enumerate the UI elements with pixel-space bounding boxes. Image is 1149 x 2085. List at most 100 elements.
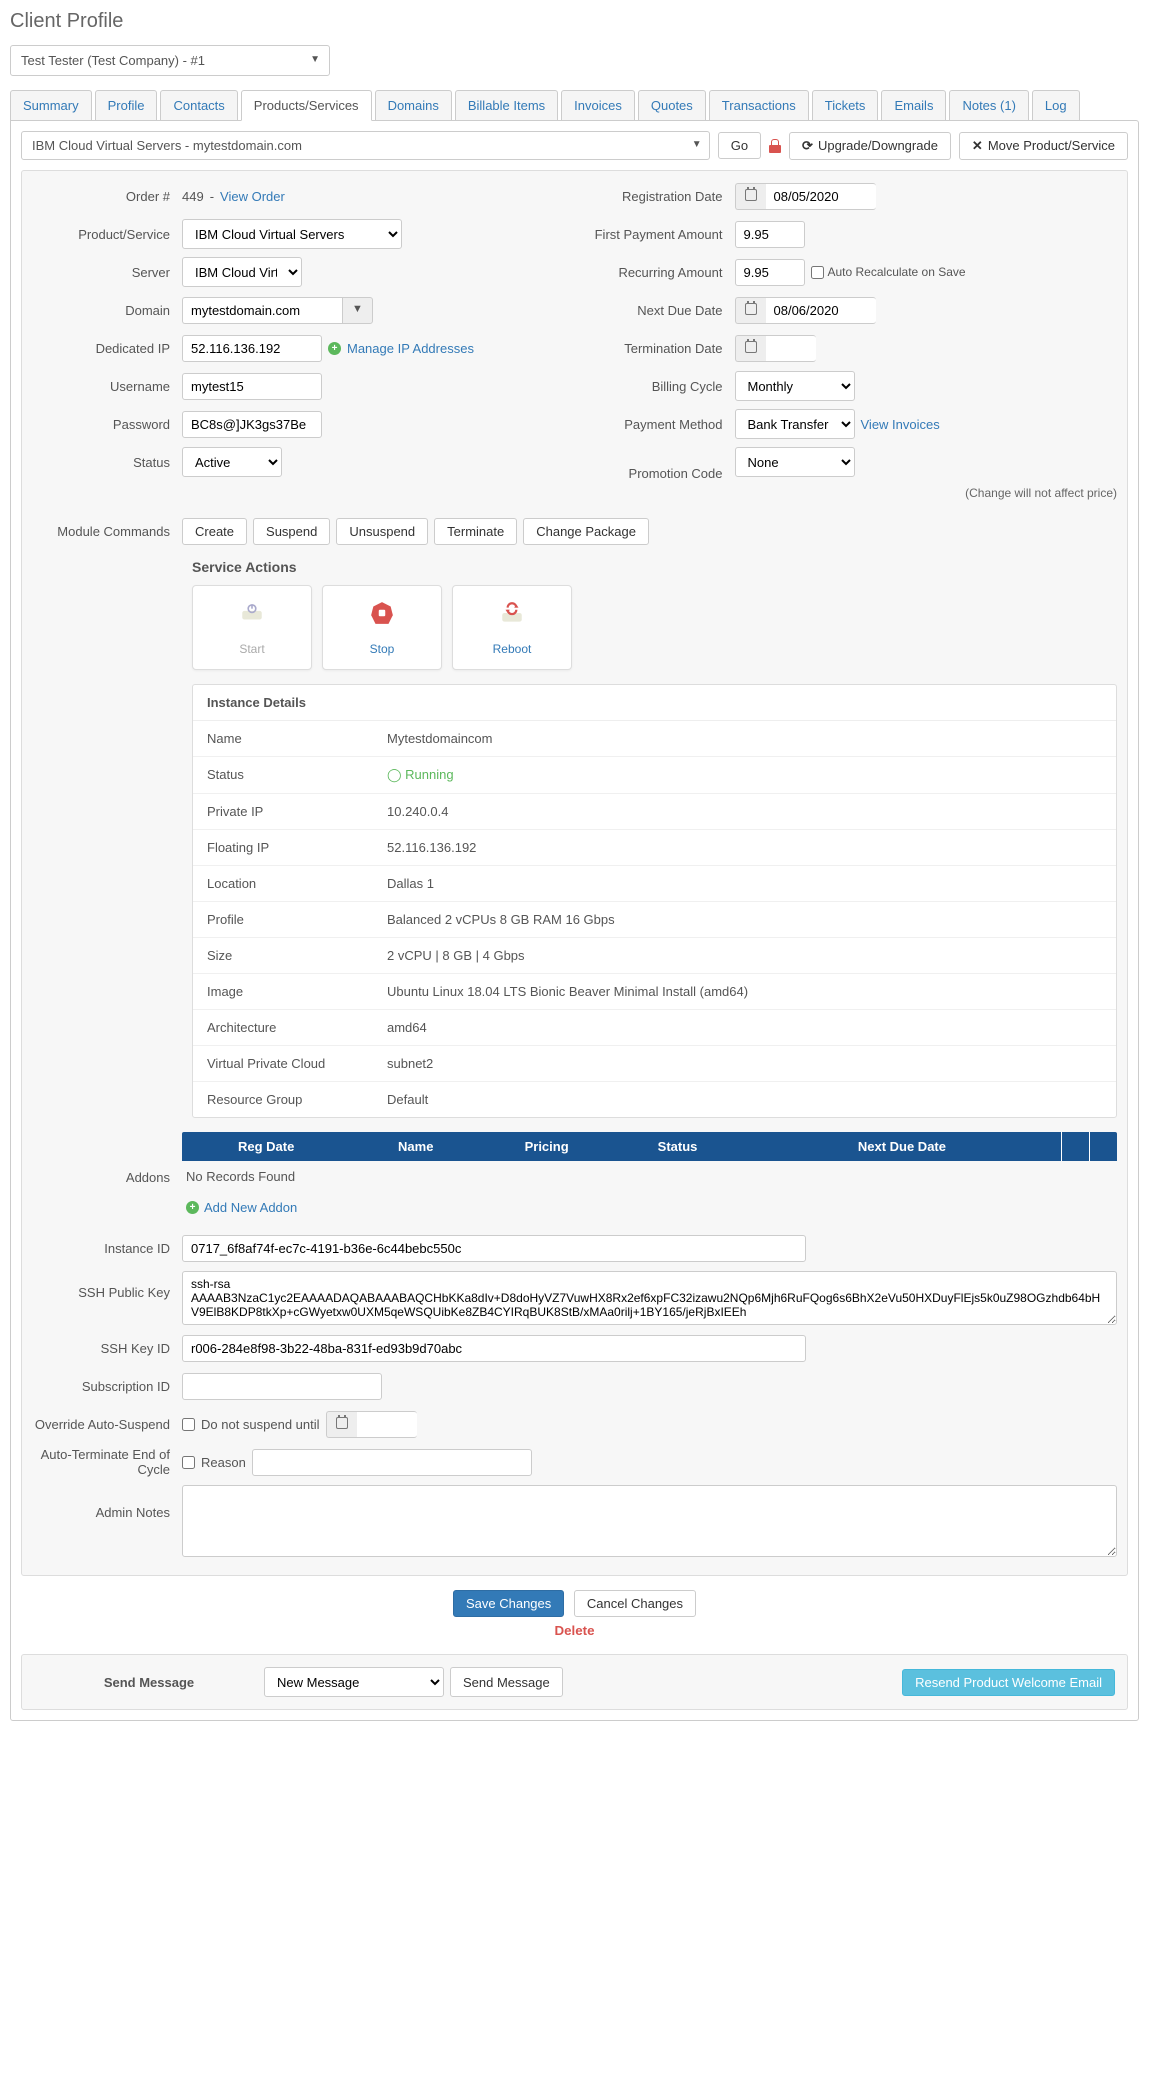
first-pay-input[interactable] [735, 221, 805, 248]
pay-method-select[interactable]: Bank Transfer [735, 409, 855, 439]
first-pay-label: First Payment Amount [585, 227, 735, 242]
product-dropdown[interactable]: IBM Cloud Virtual Servers - mytestdomain… [21, 131, 710, 160]
tab-domains[interactable]: Domains [375, 90, 452, 121]
tab-invoices[interactable]: Invoices [561, 90, 635, 121]
message-template-select[interactable]: New Message [264, 1667, 444, 1697]
term-date-label: Termination Date [585, 341, 735, 356]
tab-summary[interactable]: Summary [10, 90, 92, 121]
tab-emails[interactable]: Emails [881, 90, 946, 121]
power-icon [239, 600, 265, 632]
auto-recalc-checkbox[interactable] [811, 266, 824, 279]
chevron-down-icon[interactable]: ▼ [342, 297, 373, 324]
instance-row: ImageUbuntu Linux 18.04 LTS Bionic Beave… [193, 974, 1116, 1010]
ssh-key-id-label: SSH Key ID [32, 1341, 182, 1356]
lock-icon [769, 139, 781, 153]
client-dropdown[interactable]: Test Tester (Test Company) - #1 ▼ [10, 45, 330, 76]
next-due-label: Next Due Date [585, 303, 735, 318]
move-button[interactable]: ✕Move Product/Service [959, 132, 1128, 160]
unsuspend-button[interactable]: Unsuspend [336, 518, 428, 545]
status-label: Status [32, 455, 182, 470]
autoterm-checkbox[interactable] [182, 1456, 195, 1469]
create-button[interactable]: Create [182, 518, 247, 545]
password-input[interactable] [182, 411, 322, 438]
billing-cycle-select[interactable]: Monthly [735, 371, 855, 401]
tab-billable-items[interactable]: Billable Items [455, 90, 558, 121]
tab-profile[interactable]: Profile [95, 90, 158, 121]
calendar-icon [745, 341, 757, 353]
instance-row: Floating IP52.116.136.192 [193, 830, 1116, 866]
subscription-input[interactable] [182, 1373, 382, 1400]
instance-row: Resource GroupDefault [193, 1082, 1116, 1117]
go-button[interactable]: Go [718, 132, 761, 159]
order-label: Order # [32, 189, 182, 204]
chevron-down-icon: ▼ [692, 139, 702, 150]
product-service-select[interactable]: IBM Cloud Virtual Servers [182, 219, 402, 249]
password-label: Password [32, 417, 182, 432]
promo-select[interactable]: None [735, 447, 855, 477]
tab-transactions[interactable]: Transactions [709, 90, 809, 121]
status-select[interactable]: Active [182, 447, 282, 477]
username-input[interactable] [182, 373, 322, 400]
plus-icon: + [186, 1201, 199, 1214]
tab-tickets[interactable]: Tickets [812, 90, 879, 121]
override-date-input[interactable] [357, 1411, 417, 1438]
start-action[interactable]: Start [192, 585, 312, 670]
cancel-button[interactable]: Cancel Changes [574, 1590, 696, 1617]
username-label: Username [32, 379, 182, 394]
send-message-button[interactable]: Send Message [450, 1667, 563, 1697]
reboot-action[interactable]: Reboot [452, 585, 572, 670]
next-due-input[interactable] [766, 297, 876, 324]
instance-id-label: Instance ID [32, 1241, 182, 1256]
tab-log[interactable]: Log [1032, 90, 1080, 121]
recurring-input[interactable] [735, 259, 805, 286]
terminate-button[interactable]: Terminate [434, 518, 517, 545]
tab-contacts[interactable]: Contacts [160, 90, 237, 121]
domain-input[interactable] [182, 297, 342, 324]
plus-icon: + [328, 342, 341, 355]
admin-notes-textarea[interactable] [182, 1485, 1117, 1557]
recurring-label: Recurring Amount [585, 265, 735, 280]
dedicated-ip-input[interactable] [182, 335, 322, 362]
tabs: SummaryProfileContactsProducts/ServicesD… [10, 90, 1139, 121]
pay-method-label: Payment Method [585, 417, 735, 432]
tab-notes-1-[interactable]: Notes (1) [949, 90, 1028, 121]
term-date-input[interactable] [766, 335, 816, 362]
suspend-button[interactable]: Suspend [253, 518, 330, 545]
override-checkbox[interactable] [182, 1418, 195, 1431]
instance-details-title: Instance Details [193, 685, 1116, 721]
delete-button[interactable]: Delete [554, 1623, 594, 1638]
page-title: Client Profile [10, 10, 1139, 33]
reg-date-input[interactable] [766, 183, 876, 210]
add-addon-link[interactable]: +Add New Addon [182, 1192, 1117, 1223]
module-commands-label: Module Commands [32, 524, 182, 539]
ssh-pub-textarea[interactable]: ssh-rsa AAAAB3NzaC1yc2EAAAADAQABAAABAQCH… [182, 1271, 1117, 1325]
server-label: Server [32, 265, 182, 280]
domain-label: Domain [32, 303, 182, 318]
override-label: Override Auto-Suspend [32, 1417, 182, 1432]
instance-id-input[interactable] [182, 1235, 806, 1262]
change-package-button[interactable]: Change Package [523, 518, 649, 545]
instance-details-panel: Instance Details NameMytestdomaincomStat… [192, 684, 1117, 1118]
save-button[interactable]: Save Changes [453, 1590, 564, 1617]
instance-row: Size2 vCPU | 8 GB | 4 Gbps [193, 938, 1116, 974]
service-actions-title: Service Actions [192, 559, 1117, 575]
ssh-key-id-input[interactable] [182, 1335, 806, 1362]
order-number: 449 [182, 189, 204, 204]
server-select[interactable]: IBM Cloud Virtual Ser [182, 257, 302, 287]
subscription-label: Subscription ID [32, 1379, 182, 1394]
billing-cycle-label: Billing Cycle [585, 379, 735, 394]
view-invoices-link[interactable]: View Invoices [861, 417, 940, 432]
view-order-link[interactable]: View Order [220, 189, 285, 204]
upgrade-button[interactable]: ⟳Upgrade/Downgrade [789, 132, 951, 160]
autoterm-label: Auto-Terminate End of Cycle [32, 1447, 182, 1477]
tab-quotes[interactable]: Quotes [638, 90, 706, 121]
manage-ip-link[interactable]: Manage IP Addresses [347, 341, 474, 356]
stop-action[interactable]: Stop [322, 585, 442, 670]
calendar-icon [745, 189, 757, 201]
resend-welcome-button[interactable]: Resend Product Welcome Email [902, 1669, 1115, 1696]
send-message-label: Send Message [34, 1675, 264, 1690]
autoterm-reason-input[interactable] [252, 1449, 532, 1476]
tab-products-services[interactable]: Products/Services [241, 90, 372, 121]
reg-date-label: Registration Date [585, 189, 735, 204]
ssh-pub-label: SSH Public Key [32, 1271, 182, 1300]
